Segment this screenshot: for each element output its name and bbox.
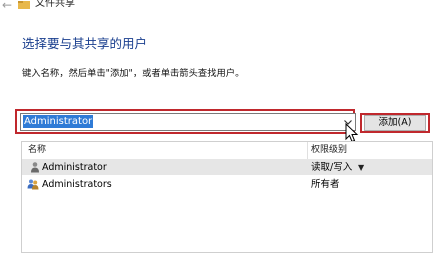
instruction-text: 键入名称，然后单击"添加"，或者单击箭头查找用户。 [22, 68, 245, 79]
user-name-input[interactable]: Administrator [23, 115, 94, 128]
user-icon [31, 162, 39, 173]
add-button[interactable]: 添加(A) [364, 115, 426, 131]
back-arrow-icon[interactable]: ← [2, 0, 12, 11]
row-permission-level[interactable]: 读取/写入 [311, 162, 352, 174]
column-header-permission[interactable]: 权限级别 [311, 144, 347, 156]
mouse-cursor-icon [345, 123, 359, 143]
row-user-name: Administrators [42, 179, 112, 190]
window-title: 文件共享 [35, 0, 75, 9]
permission-dropdown-icon[interactable]: ▼ [358, 162, 364, 174]
page-heading: 选择要与其共享的用户 [22, 36, 148, 51]
user-permission-list[interactable] [21, 141, 433, 253]
row-permission-level: 所有者 [311, 179, 340, 190]
row-user-name: Administrator [42, 162, 107, 173]
share-folder-icon [18, 1, 30, 9]
column-header-name[interactable]: 名称 [28, 144, 46, 156]
user-group-icon [27, 179, 39, 190]
column-divider [307, 142, 308, 160]
